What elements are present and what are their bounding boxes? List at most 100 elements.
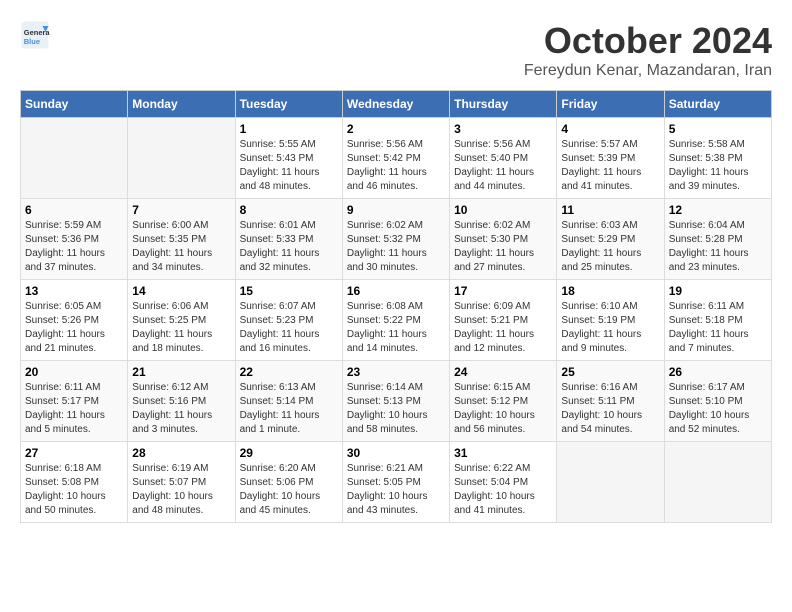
calendar-cell: 19Sunrise: 6:11 AMSunset: 5:18 PMDayligh… — [664, 280, 771, 361]
calendar-cell: 31 Sunrise: 6:22 AMSunset: 5:04 PMDayligh… — [450, 442, 557, 523]
day-number: 15 — [240, 284, 338, 298]
day-number: 19 — [669, 284, 767, 298]
day-detail: Sunrise: 6:10 AMSunset: 5:19 PMDaylight:… — [561, 300, 659, 356]
day-number: 27 — [25, 446, 123, 460]
svg-text:Blue: Blue — [24, 37, 40, 46]
calendar-row: 27 Sunrise: 6:18 AMSunset: 5:08 PMDayligh… — [21, 442, 772, 523]
day-detail: Sunrise: 6:19 AMSunset: 5:07 PMDaylight:… — [132, 462, 230, 518]
day-number: 20 — [25, 365, 123, 379]
day-detail: Sunrise: 5:56 AMSunset: 5:40 PMDaylight:… — [454, 138, 552, 194]
calendar-cell: 30Sunrise: 6:21 AMSunset: 5:05 PMDayligh… — [342, 442, 449, 523]
day-detail: Sunrise: 5:59 AMSunset: 5:36 PMDaylight:… — [25, 219, 123, 275]
calendar-row: 1Sunrise: 5:55 AMSunset: 5:43 PMDaylight… — [21, 118, 772, 199]
day-number: 22 — [240, 365, 338, 379]
weekday-header-cell: Monday — [128, 91, 235, 118]
day-detail: Sunrise: 6:09 AMSunset: 5:21 PMDaylight:… — [454, 300, 552, 356]
calendar-cell: 16 Sunrise: 6:08 AMSunset: 5:22 PMDayligh… — [342, 280, 449, 361]
day-number: 1 — [240, 122, 338, 136]
calendar-cell: 23Sunrise: 6:14 AMSunset: 5:13 PMDayligh… — [342, 361, 449, 442]
day-number: 25 — [561, 365, 659, 379]
location-title: Fereydun Kenar, Mazandaran, Iran — [524, 62, 772, 80]
day-number: 5 — [669, 122, 767, 136]
calendar-cell: 3 Sunrise: 5:56 AMSunset: 5:40 PMDaylight… — [450, 118, 557, 199]
calendar-cell: 15 Sunrise: 6:07 AMSunset: 5:23 PMDayligh… — [235, 280, 342, 361]
calendar-table: SundayMondayTuesdayWednesdayThursdayFrid… — [20, 90, 772, 523]
day-number: 28 — [132, 446, 230, 460]
calendar-cell: 24Sunrise: 6:15 AMSunset: 5:12 PMDayligh… — [450, 361, 557, 442]
calendar-cell: 10 Sunrise: 6:02 AMSunset: 5:30 PMDayligh… — [450, 199, 557, 280]
day-number: 31 — [454, 446, 552, 460]
calendar-row: 20 Sunrise: 6:11 AMSunset: 5:17 PMDayligh… — [21, 361, 772, 442]
calendar-cell: 8 Sunrise: 6:01 AMSunset: 5:33 PMDaylight… — [235, 199, 342, 280]
calendar-cell — [664, 442, 771, 523]
day-number: 9 — [347, 203, 445, 217]
day-detail: Sunrise: 6:16 AMSunset: 5:11 PMDaylight:… — [561, 381, 659, 437]
calendar-cell — [557, 442, 664, 523]
day-detail: Sunrise: 6:12 AMSunset: 5:16 PMDaylight:… — [132, 381, 230, 437]
day-number: 4 — [561, 122, 659, 136]
calendar-cell: 1Sunrise: 5:55 AMSunset: 5:43 PMDaylight… — [235, 118, 342, 199]
calendar-cell: 5 Sunrise: 5:58 AMSunset: 5:38 PMDaylight… — [664, 118, 771, 199]
weekday-header-cell: Saturday — [664, 91, 771, 118]
day-detail: Sunrise: 6:13 AMSunset: 5:14 PMDaylight:… — [240, 381, 338, 437]
weekday-header-cell: Tuesday — [235, 91, 342, 118]
calendar-cell: 21 Sunrise: 6:12 AMSunset: 5:16 PMDayligh… — [128, 361, 235, 442]
day-number: 11 — [561, 203, 659, 217]
day-number: 16 — [347, 284, 445, 298]
day-detail: Sunrise: 6:04 AMSunset: 5:28 PMDaylight:… — [669, 219, 767, 275]
day-detail: Sunrise: 6:08 AMSunset: 5:22 PMDaylight:… — [347, 300, 445, 356]
day-detail: Sunrise: 5:57 AMSunset: 5:39 PMDaylight:… — [561, 138, 659, 194]
day-detail: Sunrise: 6:03 AMSunset: 5:29 PMDaylight:… — [561, 219, 659, 275]
calendar-row: 6 Sunrise: 5:59 AMSunset: 5:36 PMDaylight… — [21, 199, 772, 280]
calendar-cell — [128, 118, 235, 199]
logo-icon: General Blue — [20, 20, 50, 50]
day-detail: Sunrise: 6:21 AMSunset: 5:05 PMDaylight:… — [347, 462, 445, 518]
calendar-cell: 20 Sunrise: 6:11 AMSunset: 5:17 PMDayligh… — [21, 361, 128, 442]
day-detail: Sunrise: 6:02 AMSunset: 5:32 PMDaylight:… — [347, 219, 445, 275]
day-detail: Sunrise: 6:22 AMSunset: 5:04 PMDaylight:… — [454, 462, 552, 518]
day-detail: Sunrise: 6:17 AMSunset: 5:10 PMDaylight:… — [669, 381, 767, 437]
day-detail: Sunrise: 6:11 AMSunset: 5:17 PMDaylight:… — [25, 381, 123, 437]
calendar-cell — [21, 118, 128, 199]
calendar-row: 13Sunrise: 6:05 AMSunset: 5:26 PMDayligh… — [21, 280, 772, 361]
day-detail: Sunrise: 6:05 AMSunset: 5:26 PMDaylight:… — [25, 300, 123, 356]
weekday-header-cell: Thursday — [450, 91, 557, 118]
day-detail: Sunrise: 5:58 AMSunset: 5:38 PMDaylight:… — [669, 138, 767, 194]
weekday-header-cell: Sunday — [21, 91, 128, 118]
day-number: 21 — [132, 365, 230, 379]
title-block: October 2024 Fereydun Kenar, Mazandaran,… — [524, 20, 772, 80]
day-detail: Sunrise: 6:06 AMSunset: 5:25 PMDaylight:… — [132, 300, 230, 356]
weekday-header-cell: Wednesday — [342, 91, 449, 118]
day-detail: Sunrise: 6:15 AMSunset: 5:12 PMDaylight:… — [454, 381, 552, 437]
day-number: 14 — [132, 284, 230, 298]
day-number: 6 — [25, 203, 123, 217]
calendar-cell: 29 Sunrise: 6:20 AMSunset: 5:06 PMDayligh… — [235, 442, 342, 523]
day-number: 23 — [347, 365, 445, 379]
month-title: October 2024 — [524, 20, 772, 62]
calendar-cell: 14 Sunrise: 6:06 AMSunset: 5:25 PMDayligh… — [128, 280, 235, 361]
calendar-cell: 28 Sunrise: 6:19 AMSunset: 5:07 PMDayligh… — [128, 442, 235, 523]
day-detail: Sunrise: 6:01 AMSunset: 5:33 PMDaylight:… — [240, 219, 338, 275]
day-number: 17 — [454, 284, 552, 298]
day-detail: Sunrise: 6:18 AMSunset: 5:08 PMDaylight:… — [25, 462, 123, 518]
day-number: 29 — [240, 446, 338, 460]
page-header: General Blue October 2024 Fereydun Kenar… — [20, 20, 772, 80]
day-detail: Sunrise: 6:20 AMSunset: 5:06 PMDaylight:… — [240, 462, 338, 518]
day-number: 2 — [347, 122, 445, 136]
day-detail: Sunrise: 5:56 AMSunset: 5:42 PMDaylight:… — [347, 138, 445, 194]
day-number: 7 — [132, 203, 230, 217]
calendar-cell: 17 Sunrise: 6:09 AMSunset: 5:21 PMDayligh… — [450, 280, 557, 361]
calendar-cell: 6 Sunrise: 5:59 AMSunset: 5:36 PMDaylight… — [21, 199, 128, 280]
day-number: 12 — [669, 203, 767, 217]
calendar-cell: 25 Sunrise: 6:16 AMSunset: 5:11 PMDayligh… — [557, 361, 664, 442]
day-number: 10 — [454, 203, 552, 217]
calendar-cell: 12 Sunrise: 6:04 AMSunset: 5:28 PMDayligh… — [664, 199, 771, 280]
calendar-cell: 9 Sunrise: 6:02 AMSunset: 5:32 PMDaylight… — [342, 199, 449, 280]
day-number: 26 — [669, 365, 767, 379]
day-number: 8 — [240, 203, 338, 217]
calendar-cell: 18Sunrise: 6:10 AMSunset: 5:19 PMDayligh… — [557, 280, 664, 361]
day-detail: Sunrise: 6:02 AMSunset: 5:30 PMDaylight:… — [454, 219, 552, 275]
day-detail: Sunrise: 6:07 AMSunset: 5:23 PMDaylight:… — [240, 300, 338, 356]
day-detail: Sunrise: 6:00 AMSunset: 5:35 PMDaylight:… — [132, 219, 230, 275]
day-number: 3 — [454, 122, 552, 136]
